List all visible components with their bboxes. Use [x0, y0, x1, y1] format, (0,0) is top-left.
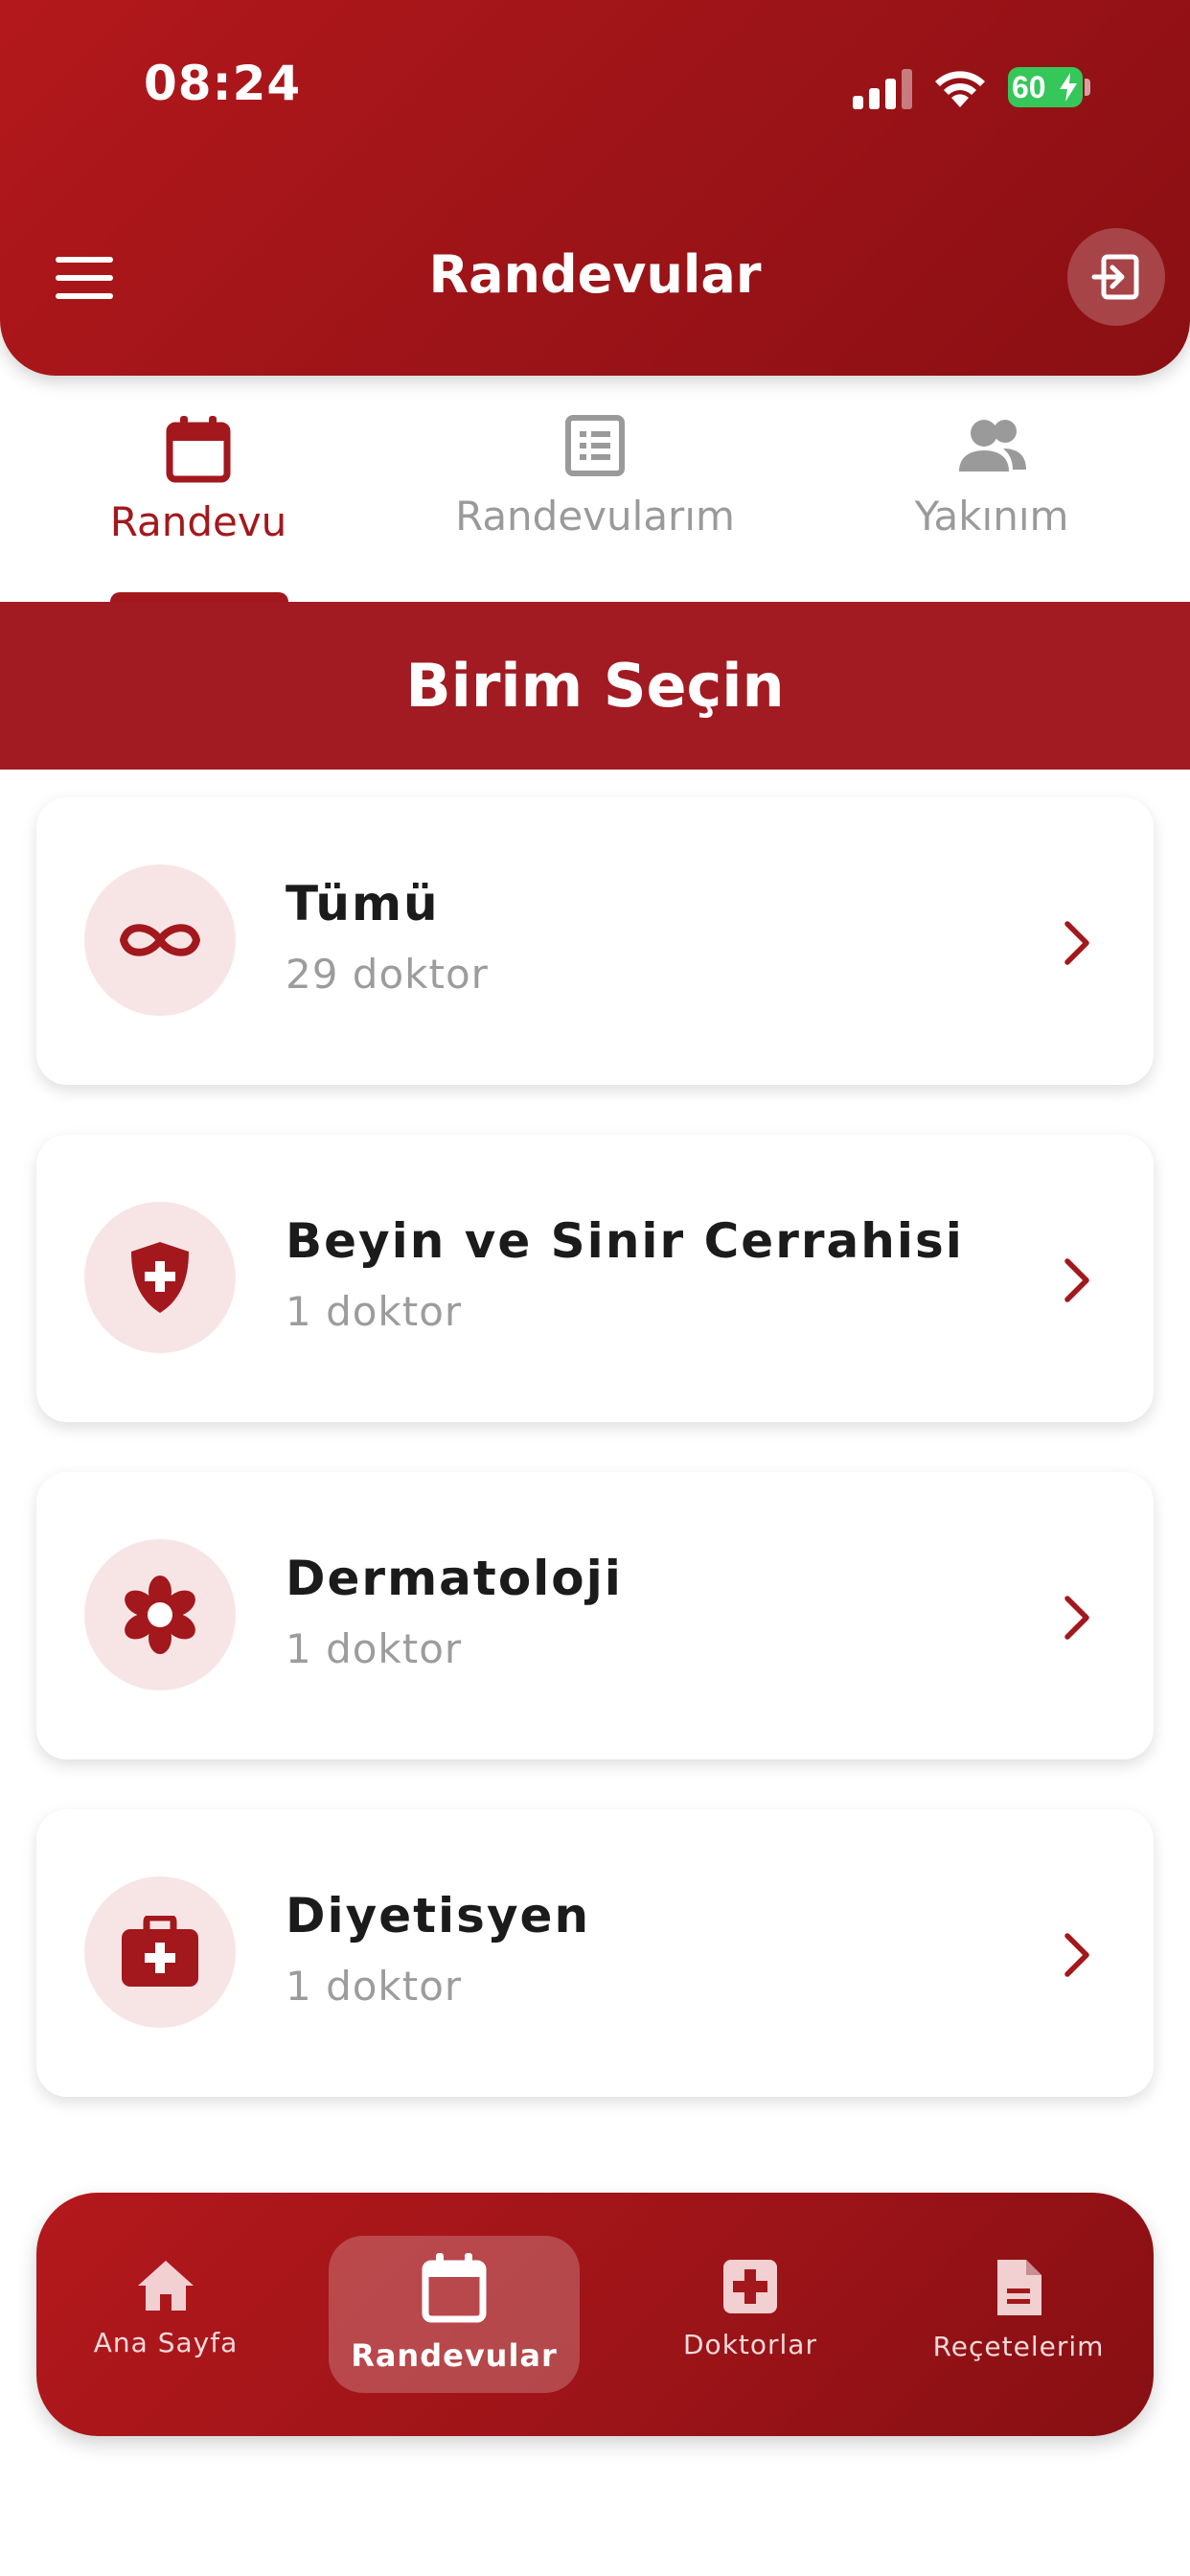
infinity-icon: [120, 924, 200, 956]
card-icon-circle: [84, 1202, 236, 1353]
card-icon-circle: [84, 1539, 236, 1690]
section-header: Birim Seçin: [0, 602, 1190, 770]
battery-tip: [1085, 79, 1090, 96]
tab-randevu[interactable]: Randevu: [0, 402, 397, 599]
department-card-tumu[interactable]: Tümü 29 doktor: [36, 797, 1154, 1085]
tab-yakinim[interactable]: Yakınım: [793, 402, 1190, 599]
shield-plus-icon: [131, 1242, 189, 1313]
department-card-beyin-sinir[interactable]: Beyin ve Sinir Cerrahisi 1 doktor: [36, 1135, 1154, 1422]
doctor-count: 29 doktor: [286, 951, 489, 998]
card-icon-circle: [84, 1876, 236, 2028]
status-time: 08:24: [144, 56, 302, 111]
card-icon-circle: [84, 864, 236, 1016]
logout-icon: [1091, 254, 1139, 300]
nav-doktorlar[interactable]: Doktorlar: [650, 2193, 851, 2436]
tab-label: Randevu: [109, 498, 287, 545]
chevron-right-icon: [1064, 921, 1089, 965]
medical-cross-icon: [723, 2260, 777, 2313]
department-title: Dermatoloji: [286, 1551, 623, 1606]
flower-icon: [125, 1576, 195, 1654]
calendar-icon: [166, 416, 231, 483]
doctor-count: 1 doktor: [286, 1288, 463, 1335]
doctor-count: 1 doktor: [286, 1625, 463, 1672]
home-icon: [138, 2261, 194, 2311]
chevron-right-icon: [1064, 1258, 1089, 1302]
top-tabs: Randevu Randevularım Yakınım: [0, 402, 1190, 599]
department-title: Tümü: [286, 876, 440, 932]
nav-label: Ana Sayfa: [93, 2327, 239, 2358]
logout-button[interactable]: [1067, 228, 1165, 326]
doctor-count: 1 doktor: [286, 1963, 463, 2010]
tab-randevularim[interactable]: Randevularım: [397, 402, 793, 599]
bolt-icon: [1060, 73, 1077, 102]
chevron-right-icon: [1064, 1596, 1089, 1640]
wifi-icon: [935, 71, 985, 107]
nav-recetelerim[interactable]: Reçetelerim: [918, 2193, 1119, 2436]
department-title: Beyin ve Sinir Cerrahisi: [286, 1213, 964, 1269]
department-card-dermatoloji[interactable]: Dermatoloji 1 doktor: [36, 1472, 1154, 1760]
nav-label: Reçetelerim: [932, 2331, 1105, 2362]
nav-label: Randevular: [351, 2337, 558, 2374]
chevron-right-icon: [1064, 1933, 1089, 1977]
medkit-icon: [122, 1916, 198, 1987]
section-title: Birim Seçin: [405, 651, 785, 721]
nav-label: Doktorlar: [683, 2329, 817, 2360]
list-icon: [565, 415, 625, 476]
tab-label: Randevularım: [455, 493, 735, 540]
bottom-navigation: Ana Sayfa Randevular Doktorlar Reçeteler…: [36, 2193, 1154, 2436]
app-screen: 08:24 60 Randevular Randevu Randevularım…: [0, 0, 1190, 2576]
nav-randevular[interactable]: Randevular: [329, 2236, 580, 2393]
document-icon: [997, 2260, 1041, 2315]
battery-level: 60: [1012, 70, 1046, 104]
signal-icon: [853, 69, 912, 109]
calendar-icon: [422, 2253, 487, 2323]
nav-ana-sayfa[interactable]: Ana Sayfa: [75, 2193, 257, 2436]
app-header: 08:24 60 Randevular: [0, 0, 1190, 376]
department-card-diyetisyen[interactable]: Diyetisyen 1 doktor: [36, 1809, 1154, 2097]
people-icon: [959, 420, 1026, 472]
page-title: Randevular: [428, 244, 762, 305]
department-title: Diyetisyen: [286, 1888, 591, 1944]
tab-label: Yakınım: [914, 493, 1069, 540]
battery-indicator: 60: [1008, 67, 1083, 107]
